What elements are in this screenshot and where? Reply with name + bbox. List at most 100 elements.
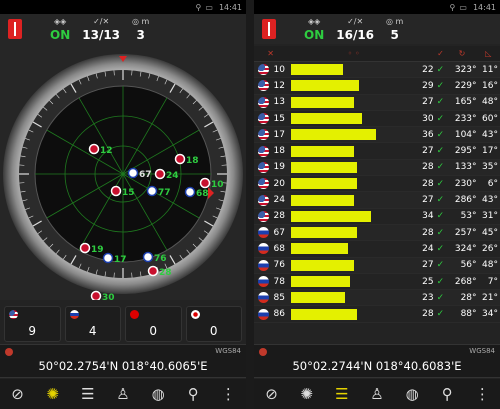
globe-icon[interactable]: ◍ — [147, 383, 169, 405]
used-check-icon: ✓ — [436, 276, 445, 287]
more-menu-icon[interactable]: ⋮ — [471, 383, 493, 405]
walk-icon[interactable]: ♙ — [112, 383, 134, 405]
azimuth-value: 230° — [454, 178, 477, 189]
flag-us-icon — [199, 177, 211, 189]
table-row[interactable]: 19 28 ✓ 133° 35° — [254, 159, 500, 177]
coordinates: 50°02.2744'N 018°40.6083'E — [292, 359, 462, 373]
satellite-label: 17 — [114, 255, 127, 265]
table-row[interactable]: 86 28 ✓ 88° 34° — [254, 306, 500, 323]
flag-us-icon — [254, 129, 274, 141]
snr-value: 28 — [422, 162, 434, 173]
coordinate-bar[interactable]: WGS84 50°02.2744'N 018°40.6083'E — [254, 344, 500, 378]
snr-value: 29 — [422, 80, 434, 91]
elevation-value: 17° — [482, 146, 498, 157]
snr-bar — [287, 64, 420, 76]
satellite-radar-icon[interactable]: ✺ — [296, 383, 318, 405]
azimuth-value: 324° — [454, 243, 477, 254]
table-row[interactable]: 78 25 ✓ 268° 7° — [254, 274, 500, 291]
snr-value: 34 — [422, 211, 434, 222]
snr-bar — [287, 96, 420, 108]
bottom-toolbar: ⊘ ✺ ☰ ♙ ◍ ⚲ ⋮ — [0, 379, 246, 409]
globe-icon[interactable]: ◍ — [401, 383, 423, 405]
flag-us-icon — [88, 143, 100, 155]
satellite-id: 20 — [273, 178, 285, 189]
snr-bar — [287, 276, 420, 287]
snr-bar — [287, 259, 420, 271]
elevation-value: 31° — [482, 211, 498, 222]
table-row[interactable]: 17 36 ✓ 104° 43° — [254, 127, 500, 144]
table-row[interactable]: 67 28 ✓ 257° 45° — [254, 224, 500, 242]
table-row[interactable]: 76 27 ✓ 56° 48° — [254, 257, 500, 274]
walk-icon[interactable]: ♙ — [366, 383, 388, 405]
snr-column-icon[interactable]: ◦ ◦ — [287, 49, 420, 58]
satellite-id: 10 — [273, 64, 285, 75]
compass-icon[interactable]: ⊘ — [261, 383, 283, 405]
signal-table-screen: ⚲ ▭ 14:41 ◈◈ ON ✓/✕ 16/16 ◎ m 5 ✕ ◦ ◦ ✓ … — [254, 0, 500, 409]
snr-value: 27 — [422, 97, 434, 108]
location-pin-icon[interactable]: ⚲ — [436, 383, 458, 405]
snr-value: 27 — [422, 195, 434, 206]
app-logo[interactable] — [254, 14, 284, 44]
azimuth-value: 295° — [454, 146, 477, 157]
table-row[interactable]: 10 22 ✓ 323° 11° — [254, 62, 500, 79]
snr-value: 22 — [422, 64, 434, 75]
used-check-icon: ✓ — [436, 129, 445, 140]
satellite-label: 67 — [139, 170, 152, 180]
satellite-marker[interactable]: 30 — [90, 290, 115, 303]
location-pin-icon[interactable]: ⚲ — [182, 383, 204, 405]
snr-bar — [287, 243, 420, 255]
satellite-count: 16/16 — [336, 27, 375, 42]
sky-view: 12 67 24 18 15 77 68 10 19 17 76 28 30 — [0, 44, 246, 303]
table-row[interactable]: 15 30 ✓ 233° 60° — [254, 111, 500, 128]
satellite-label: 15 — [122, 188, 135, 198]
used-check-icon: ✓ — [436, 146, 445, 157]
count-card-gps: 9 — [4, 306, 61, 342]
table-row[interactable]: 20 28 ✓ 230° 6° — [254, 176, 500, 193]
clock: 14:41 — [472, 2, 496, 12]
count-card-glonass: 4 — [64, 306, 121, 342]
app-logo[interactable] — [0, 14, 30, 44]
table-row[interactable]: 28 34 ✓ 53° 31° — [254, 209, 500, 225]
elevation-value: 26° — [482, 243, 498, 254]
snr-bar — [287, 129, 420, 141]
table-row[interactable]: 18 27 ✓ 295° 17° — [254, 143, 500, 160]
gps-state: ON — [50, 27, 71, 42]
flag-cn-icon — [130, 310, 139, 319]
satellite-id: 13 — [273, 97, 285, 108]
azimuth-value: 165° — [454, 97, 477, 108]
table-row[interactable]: 24 27 ✓ 286° 43° — [254, 192, 500, 209]
header: ◈◈ ON ✓/✕ 13/13 ◎ m 3 — [0, 14, 246, 44]
used-check-icon: ✓ — [436, 195, 445, 206]
elevation-value: 48° — [482, 260, 498, 271]
status-bar: ⚲ ▭ 14:41 — [254, 0, 500, 14]
snr-bar — [287, 227, 420, 239]
used-column-icon[interactable]: ✓ — [434, 49, 448, 58]
more-menu-icon[interactable]: ⋮ — [217, 383, 239, 405]
count-card-beidou: 0 — [125, 306, 182, 342]
satellite-label: 77 — [158, 188, 171, 198]
table-row[interactable]: 13 27 ✓ 165° 48° — [254, 94, 500, 111]
satellite-id: 86 — [273, 309, 285, 320]
satellite-radar-icon[interactable]: ✺ — [42, 383, 64, 405]
flag-ru-icon — [254, 276, 274, 287]
snr-bar — [287, 80, 420, 92]
flag-us-icon — [254, 113, 274, 125]
table-row[interactable]: 12 29 ✓ 229° 16° — [254, 78, 500, 95]
accuracy-icon: ◎ m — [132, 16, 150, 26]
satellite-table: ✕ ◦ ◦ ✓ ↻ ◺ 10 22 ✓ 323° 11° 12 29 ✓ 229° 16° 13 27… — [254, 46, 500, 323]
signal-bars-icon[interactable]: ☰ — [331, 383, 353, 405]
azimuth-column-icon[interactable]: ↻ — [447, 49, 476, 58]
table-row[interactable]: 85 23 ✓ 28° 21° — [254, 290, 500, 307]
coordinate-bar[interactable]: WGS84 50°02.2754'N 018°40.6065'E — [0, 344, 246, 378]
table-row[interactable]: 68 24 ✓ 324° 26° — [254, 241, 500, 258]
snr-value: 36 — [422, 129, 434, 140]
signal-bars-icon[interactable]: ☰ — [77, 383, 99, 405]
compass-icon[interactable]: ⊘ — [7, 383, 29, 405]
satellite-column-icon[interactable]: ✕ — [254, 49, 287, 58]
flag-jp-icon — [190, 310, 200, 319]
snr-value: 28 — [422, 178, 434, 189]
azimuth-value: 323° — [454, 64, 477, 75]
record-icon — [259, 348, 267, 356]
elevation-column-icon[interactable]: ◺ — [477, 49, 500, 58]
used-check-icon: ✓ — [436, 309, 445, 320]
